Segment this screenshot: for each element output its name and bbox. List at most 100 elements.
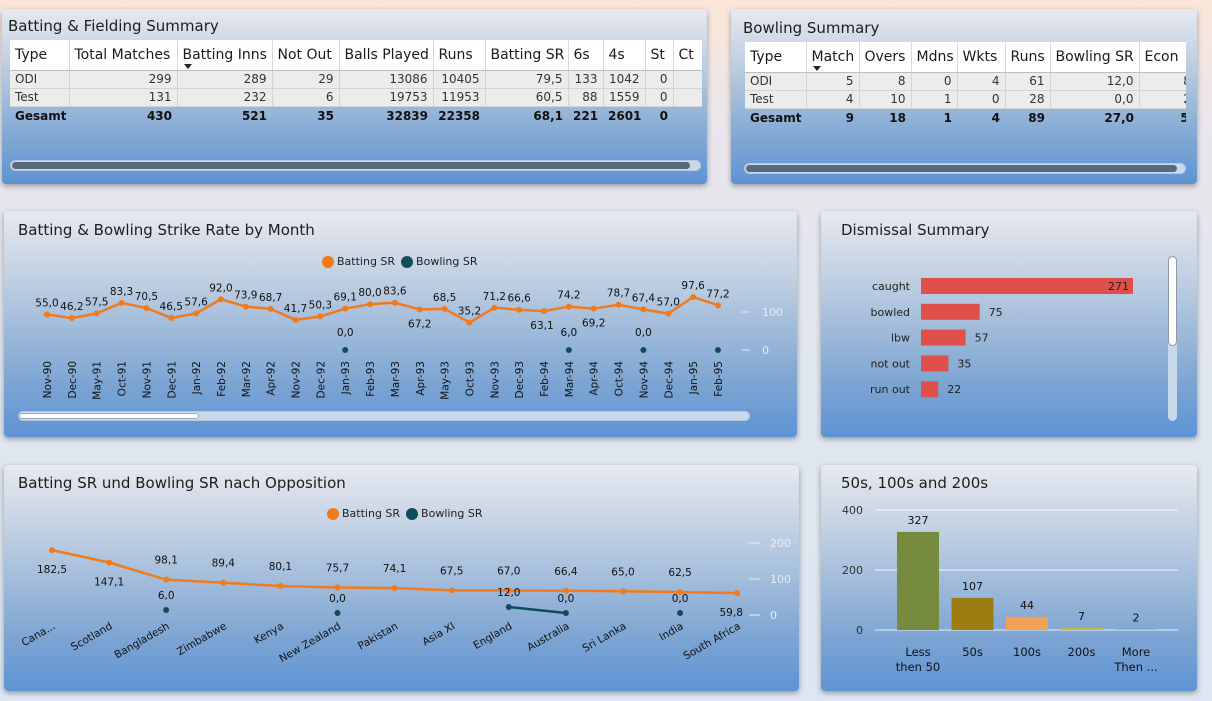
batting-scroll-thumb[interactable] — [12, 162, 690, 169]
x-tick-label: Cana... — [20, 620, 58, 649]
total-cell: Gesamt — [750, 111, 802, 126]
x-tick-label: 200s — [1068, 645, 1096, 659]
table-cell: 6 — [271, 88, 339, 107]
total-cell: 4 — [991, 111, 1000, 126]
batting-data-label: 70,5 — [135, 291, 158, 303]
batting-col-header[interactable]: Type — [10, 40, 69, 71]
total-cell: 35 — [317, 109, 334, 124]
batting-col-header[interactable]: Batting Inns — [176, 40, 272, 71]
batting-col-header[interactable]: Batting SR — [484, 40, 568, 71]
table-cell: 4 — [805, 90, 859, 109]
table-cell: 11953 — [432, 88, 485, 107]
bowling-summary-card: Bowling Summary Type Match Overs Mdns Wkts Ru… — [731, 9, 1197, 184]
bowling-data-label: 0,0 — [672, 593, 689, 605]
bowling-col-header[interactable]: Econ — [1138, 42, 1186, 73]
dismissal-scrollbar[interactable] — [1168, 256, 1177, 421]
table-cell: 1 — [910, 90, 957, 109]
table-row[interactable]: Test1312326197531195360,58815590164 — [10, 88, 702, 107]
milestone-bar — [897, 531, 939, 630]
total-cell: 1 — [943, 111, 952, 126]
bar-value-label: 44 — [1020, 599, 1034, 612]
x-tick-label: Dec-94 — [663, 361, 675, 399]
y-tick-label: 0 — [770, 609, 777, 622]
batting-data-label: 41,7 — [284, 303, 307, 315]
dismissal-scroll-thumb[interactable] — [1168, 256, 1177, 346]
batting-data-label: 66,6 — [507, 293, 531, 305]
bar-value-label: 35 — [957, 357, 971, 370]
bowling-col-header[interactable]: Mdns — [910, 42, 957, 73]
total-cell: 27,0 — [1104, 111, 1134, 126]
bowling-col-header[interactable]: Bowling SR — [1049, 42, 1139, 73]
x-tick-label: Bangladesh — [112, 620, 171, 661]
bowling-table-scrollbar[interactable] — [744, 163, 1186, 174]
bar-value-label: 75 — [989, 306, 1003, 319]
batting-col-header[interactable]: Balls Played — [338, 40, 433, 71]
table-cell: 10 — [858, 90, 911, 109]
table-cell: 8 — [858, 72, 911, 91]
batting-data-label: 57,0 — [657, 297, 680, 309]
table-cell: 0 — [644, 88, 673, 107]
batting-sr-point — [620, 588, 626, 595]
x-tick-label: Feb-92 — [216, 361, 228, 397]
table-cell: 88 — [567, 88, 603, 107]
batting-data-label: 63,1 — [530, 320, 553, 332]
table-cell: 2,25 — [1138, 90, 1186, 109]
batting-col-header[interactable]: Total Matches — [68, 40, 177, 71]
sr-by-month-card: Batting & Bowling Strike Rate by Month B… — [4, 211, 797, 437]
total-cell: 2601 — [608, 109, 642, 124]
x-tick-label: Apr-92 — [266, 361, 278, 396]
x-tick-label: Feb-93 — [365, 361, 377, 397]
x-tick-label: Oct-93 — [464, 361, 476, 396]
batting-sr-point — [93, 310, 100, 317]
batting-sr-point — [491, 304, 498, 311]
batting-data-label: 67,5 — [440, 565, 463, 577]
table-row[interactable]: Test41010280,02,25 — [745, 90, 1186, 109]
table-row[interactable]: ODI58046112,08,60 — [745, 72, 1186, 91]
batting-fielding-card: Batting & Fielding Summary Type Total Mat… — [2, 9, 707, 184]
table-cell: 29 — [271, 70, 339, 89]
bowling-scroll-thumb[interactable] — [746, 165, 1177, 172]
sort-desc-icon — [183, 63, 192, 69]
sr-month-scrollbar[interactable] — [18, 411, 750, 421]
batting-table-scrollbar[interactable] — [10, 160, 701, 171]
batting-col-header[interactable]: Not Out — [271, 40, 339, 71]
table-cell: 10405 — [432, 70, 485, 89]
batting-col-header[interactable]: 6s — [567, 40, 603, 71]
bowling-col-header[interactable]: Overs — [858, 42, 911, 73]
bowling-col-header[interactable]: Wkts — [956, 42, 1005, 73]
sr-month-scroll-thumb[interactable] — [19, 413, 199, 419]
table-cell: 8,60 — [1138, 72, 1186, 91]
batting-data-label: 57,6 — [184, 296, 208, 308]
batting-col-header[interactable]: Ct — [672, 40, 702, 71]
x-tick-label: Oct-94 — [614, 361, 626, 397]
batting-sr-point — [367, 301, 374, 308]
bar-value-label: 107 — [962, 580, 983, 593]
bowling-col-header[interactable]: Type — [745, 42, 806, 73]
bowling-data-label: 0,0 — [329, 593, 346, 605]
x-tick-label: Nov-90 — [42, 361, 54, 398]
batting-col-header[interactable]: Runs — [432, 40, 485, 71]
sr-month-chart: 100 0 55,0 46,2 57,583,3 70,546,5 57,692,073,9… — [35, 280, 783, 400]
batting-data-label: 78,7 — [607, 288, 630, 300]
y-tick-label: 100 — [762, 306, 783, 319]
batting-data-label: 77,2 — [706, 288, 729, 300]
bowling-sr-line — [508, 605, 567, 615]
total-cell: 430 — [146, 109, 172, 124]
batting-data-label: 83,6 — [383, 286, 407, 298]
batting-data-label: 80,0 — [358, 287, 381, 299]
bowling-sr-point — [677, 610, 684, 616]
batting-col-header[interactable]: 4s — [602, 40, 645, 71]
table-cell: 1559 — [602, 88, 645, 107]
bowling-col-header[interactable]: Runs — [1004, 42, 1050, 73]
table-row[interactable]: ODI29928929130861040579,513310420126 — [10, 70, 702, 89]
y-tick-label: 0 — [762, 344, 769, 357]
bowling-col-header[interactable]: Match — [805, 42, 859, 73]
x-tick-label: Asia XI — [420, 620, 457, 648]
batting-data-label: 83,3 — [110, 286, 133, 298]
batting-sr-point — [68, 315, 75, 322]
bowling-data-label: 0,0 — [558, 593, 575, 605]
table-cell: 0,0 — [1049, 90, 1139, 109]
batting-col-header[interactable]: St — [644, 40, 673, 71]
milestones-card: 50s, 100s and 200s 400 200 0 327 Less then 50… — [821, 465, 1197, 691]
x-tick-label: England — [471, 620, 514, 652]
